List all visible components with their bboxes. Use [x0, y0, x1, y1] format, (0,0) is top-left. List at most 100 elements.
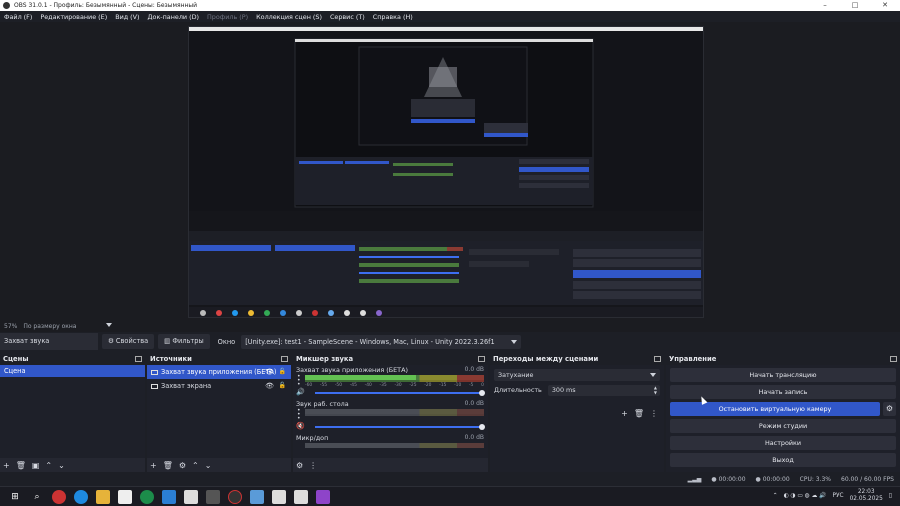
close-button[interactable]: ✕ [870, 0, 900, 11]
volume-slider[interactable] [315, 390, 485, 396]
duration-input[interactable]: 300 ms ▲ ▼ [547, 384, 660, 396]
list-item[interactable]: Захват экрана 👁 🔓 [147, 379, 291, 393]
menu-tools[interactable]: Сервис (T) [330, 13, 365, 21]
remove-transition-icon[interactable]: 🗑 [634, 409, 644, 418]
mixer-settings-icon[interactable]: ⚙ [296, 461, 303, 470]
tick-label: -20 [424, 383, 432, 388]
window-title: OBS 31.0.1 - Профиль: Безымянный - Сцены… [14, 2, 198, 9]
lock-icon[interactable]: 🔓 [279, 379, 286, 393]
store-icon[interactable] [118, 489, 132, 504]
more-options-icon[interactable]: • • • [297, 408, 301, 422]
move-down-button[interactable]: ⌄ [58, 461, 65, 470]
menu-edit[interactable]: Редактирование (E) [40, 13, 107, 21]
menu-file[interactable]: Файл (F) [4, 13, 32, 21]
edge-icon[interactable] [74, 489, 88, 504]
search-icon[interactable]: ⌕ [30, 490, 44, 504]
add-transition-icon[interactable]: + [621, 409, 628, 418]
chevron-up-icon[interactable]: ⌃ [773, 493, 778, 499]
xbox-icon[interactable] [140, 489, 154, 504]
add-source-button[interactable]: + [150, 461, 157, 470]
file-app-icon[interactable] [250, 489, 264, 504]
spin-arrows-icon[interactable]: ▲ ▼ [654, 385, 657, 395]
app-icon[interactable] [162, 489, 176, 504]
visual-studio-icon[interactable] [316, 489, 330, 504]
obs-taskbar-icon[interactable] [228, 489, 242, 504]
source-label: Захват звука приложения (БЕТА) [161, 368, 277, 376]
file-explorer-icon[interactable] [96, 489, 110, 504]
more-options-icon[interactable]: • • • [297, 374, 301, 388]
chevron-down-icon[interactable] [106, 323, 112, 327]
channel-name: Микр/доп [296, 434, 329, 442]
chevron-down-icon [650, 373, 656, 377]
controls-dock: Управление Начать трансляцию Начать запи… [666, 353, 900, 472]
start-streaming-button[interactable]: Начать трансляцию [670, 368, 896, 382]
unity-icon[interactable] [272, 489, 286, 504]
language-indicator[interactable]: РУС [833, 493, 844, 499]
mixer-footer: ⚙ ⋮ [293, 458, 488, 472]
calculator-icon[interactable] [184, 489, 198, 504]
transitions-body: Затухание Длительность 300 ms ▲ ▼ + 🗑 ⋮ [490, 365, 664, 472]
sources-dock: Источники Захват звука приложения (БЕТА)… [147, 353, 291, 472]
virtual-camera-gear-icon[interactable]: ⚙ [883, 402, 896, 416]
undock-icon[interactable] [281, 356, 288, 362]
speaker-icon[interactable]: 🔊 [296, 388, 305, 396]
minimize-button[interactable]: – [810, 0, 840, 11]
unity-hub-icon[interactable] [206, 489, 220, 504]
clock[interactable]: 22:03 02.05.2025 [850, 489, 883, 503]
studio-mode-button[interactable]: Режим студии [670, 419, 896, 433]
tray-icons[interactable]: ◐ ◑ ▭ ◍ ☁ 🔊 [784, 493, 827, 499]
scenes-dock-header: Сцены [0, 353, 145, 365]
clock-date: 02.05.2025 [849, 496, 883, 502]
windows-start-icon[interactable]: ⊞ [8, 490, 22, 504]
menu-docks[interactable]: Док-панели (D) [148, 13, 199, 21]
list-item[interactable]: Сцена [0, 365, 145, 377]
signal-icon: ▂▃▅ [687, 476, 702, 483]
properties-label: Свойства [115, 337, 149, 345]
move-up-button[interactable]: ⌃ [45, 461, 52, 470]
zoom-mode-select[interactable]: По размеру окна [23, 323, 76, 330]
tick-label: 0 [481, 383, 484, 388]
window-select[interactable]: [Unity.exe]: test1 - SampleScene - Windo… [241, 334, 522, 360]
menu-scene-collection[interactable]: Коллекция сцен (S) [256, 13, 322, 21]
remove-source-button[interactable]: 🗑 [163, 461, 173, 470]
move-up-button[interactable]: ⌃ [192, 461, 199, 470]
eye-icon[interactable]: 👁 [265, 379, 274, 393]
add-scene-button[interactable]: + [3, 461, 10, 470]
notifications-icon[interactable]: ▯ [889, 493, 892, 499]
remove-scene-button[interactable]: 🗑 [16, 461, 26, 470]
undock-icon[interactable] [135, 356, 142, 362]
menu-view[interactable]: Вид (V) [115, 13, 139, 21]
exit-button[interactable]: Выход [670, 453, 896, 467]
filter-icon: ▥ [164, 337, 171, 345]
chrome-icon[interactable] [52, 489, 66, 504]
move-down-button[interactable]: ⌄ [205, 461, 212, 470]
unity-editor-icon[interactable] [294, 489, 308, 504]
speaker-muted-icon[interactable]: 🔇 [296, 422, 305, 430]
slider-handle[interactable] [479, 424, 485, 430]
volume-slider[interactable] [315, 424, 485, 430]
transition-select-value: Затухание [498, 371, 534, 379]
maximize-button[interactable]: □ [840, 0, 870, 11]
more-options-icon[interactable]: ⋮ [650, 409, 658, 418]
more-options-icon[interactable]: ⋮ [309, 461, 317, 470]
source-label: Захват экрана [161, 382, 212, 390]
tick-label: -5 [468, 383, 474, 388]
menu-help[interactable]: Справка (H) [373, 13, 413, 21]
list-item[interactable]: Захват звука приложения (БЕТА) 👁 🔓 [147, 365, 291, 379]
filters-button[interactable]: ▥ Фильтры [158, 334, 210, 349]
status-bar: ▂▃▅ ● 00:00:00 ● 00:00:00 CPU: 3.3% 60.0… [0, 473, 900, 486]
lock-icon[interactable]: 🔓 [279, 365, 286, 379]
transition-select[interactable]: Затухание [494, 369, 660, 381]
monitor-icon [151, 369, 158, 375]
program-preview[interactable] [188, 26, 704, 318]
slider-handle[interactable] [479, 390, 485, 396]
settings-button[interactable]: Настройки [670, 436, 896, 450]
scene-filters-button[interactable]: ▣ [32, 461, 40, 470]
undock-icon[interactable] [654, 356, 661, 362]
undock-icon[interactable] [478, 356, 485, 362]
source-properties-button[interactable]: ⚙ [179, 461, 186, 470]
undock-icon[interactable] [890, 356, 897, 362]
duration-label: Длительность [494, 386, 542, 394]
eye-icon[interactable]: 👁 [265, 365, 274, 379]
properties-button[interactable]: ⚙ Свойства [102, 334, 155, 349]
